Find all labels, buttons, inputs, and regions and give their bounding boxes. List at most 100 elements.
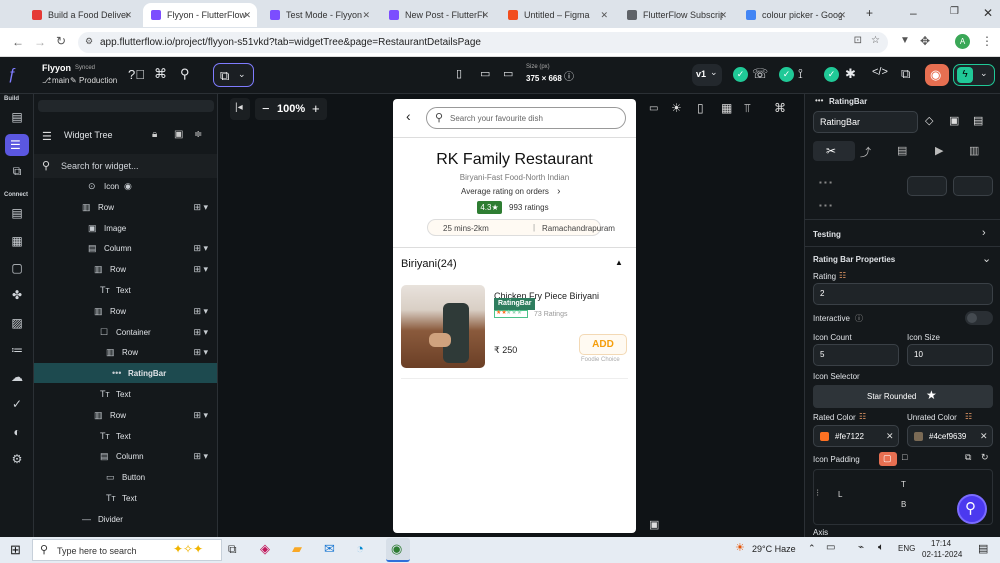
- tree-row-row[interactable]: ▥ Row ⊞ ▾: [34, 342, 217, 362]
- dish-search-input[interactable]: ⚲ Search your favourite dish: [426, 107, 626, 129]
- reload-icon[interactable]: ↻: [56, 34, 66, 48]
- notification-icon[interactable]: ▤: [978, 542, 988, 555]
- extension-icon[interactable]: ▼: [900, 35, 910, 46]
- visibility-eye-icon[interactable]: ◉: [124, 181, 132, 192]
- minimize-icon[interactable]: –: [910, 6, 917, 20]
- testing-section[interactable]: Testing: [813, 230, 841, 239]
- interactive-toggle[interactable]: [965, 311, 993, 325]
- code-copy-icon[interactable]: ▣: [174, 129, 183, 140]
- tree-search-input[interactable]: ⚲ Search for widget...: [34, 154, 217, 178]
- tree-row-text[interactable]: Tт Text: [34, 384, 217, 404]
- widget-name-input[interactable]: RatingBar: [813, 111, 918, 133]
- components-icon[interactable]: ⧉: [9, 164, 25, 180]
- restore-icon[interactable]: ❐: [950, 6, 959, 17]
- refresh-icon[interactable]: ↻: [981, 452, 989, 463]
- info-icon[interactable]: ⓘ: [564, 68, 574, 83]
- browser-menu-icon[interactable]: ⋮: [981, 34, 993, 48]
- url-input[interactable]: ⚙ app.flutterflow.io/project/flyyon-s51v…: [78, 32, 888, 53]
- project-name[interactable]: Flyyon: [42, 63, 71, 73]
- check-status-icon[interactable]: ✓: [779, 67, 794, 82]
- new-tab-icon[interactable]: +: [866, 6, 873, 20]
- padding-bottom-label[interactable]: B: [901, 500, 906, 509]
- copilot-icon[interactable]: ◈: [260, 541, 270, 557]
- browser-tab[interactable]: colour picker - Goog ✕: [738, 3, 852, 27]
- icon-size-input[interactable]: 10: [907, 344, 993, 366]
- add-to-cart-button[interactable]: ADD: [579, 334, 627, 355]
- unrated-color-swatch[interactable]: [914, 432, 923, 441]
- cloud-functions-icon[interactable]: ☁: [9, 370, 25, 386]
- close-window-icon[interactable]: ✕: [983, 6, 993, 20]
- padding-left-label[interactable]: L: [838, 490, 842, 499]
- command-icon[interactable]: ⌘: [154, 66, 167, 82]
- comments-icon[interactable]: ☏: [752, 66, 768, 82]
- add-child-icon[interactable]: ⊞ ▾: [193, 327, 208, 338]
- close-tab-icon[interactable]: ✕: [362, 10, 370, 21]
- rated-color-input[interactable]: #fe7122 ✕: [813, 425, 899, 447]
- volume-icon[interactable]: 🔈︎: [878, 542, 884, 553]
- check-status-icon[interactable]: ✓: [733, 67, 748, 82]
- rating-input[interactable]: 2: [813, 283, 993, 305]
- close-tab-icon[interactable]: ✕: [481, 10, 489, 21]
- mail-icon[interactable]: ✉: [324, 541, 335, 557]
- widget-menu-icon[interactable]: ▤: [973, 114, 983, 127]
- forward-icon[interactable]: →: [34, 35, 46, 49]
- windows-start-icon[interactable]: ⊞: [10, 542, 21, 558]
- close-tab-icon[interactable]: ✕: [600, 10, 608, 21]
- chevron-right-icon[interactable]: ›: [982, 227, 986, 239]
- browser-tab[interactable]: New Post - FlutterFl ✕: [381, 3, 495, 27]
- lock-icon[interactable]: 🔒︎: [152, 129, 157, 140]
- add-child-icon[interactable]: ⊞ ▾: [193, 264, 208, 275]
- info-icon[interactable]: ⓘ: [855, 313, 863, 324]
- padding-individual-icon[interactable]: □: [902, 452, 907, 462]
- puzzle-extensions-icon[interactable]: ✥: [920, 34, 930, 48]
- edge-icon[interactable]: ◔: [356, 541, 364, 556]
- task-view-icon[interactable]: ⧉: [228, 542, 237, 557]
- add-child-icon[interactable]: ⊞ ▾: [193, 347, 208, 358]
- widget-tree-nav-active[interactable]: ☰: [5, 134, 29, 156]
- chrome-taskbar-button[interactable]: ◉: [386, 538, 410, 562]
- zoom-level[interactable]: 100%: [277, 103, 305, 115]
- close-tab-icon[interactable]: ✕: [838, 10, 846, 21]
- rating-bar[interactable]: ★★ ★★★: [494, 310, 528, 318]
- integrations-icon[interactable]: ✤: [9, 288, 25, 304]
- tree-row-column[interactable]: ▤ Column ⊞ ▾: [34, 238, 217, 258]
- taskbar-search-box[interactable]: ⚲ Type here to search ✦✧✦: [32, 539, 222, 561]
- tree-row-icon[interactable]: ⊙ Icon ◉: [34, 176, 217, 196]
- bug-icon[interactable]: ✱: [845, 66, 856, 82]
- tab-backend-query-icon[interactable]: ▤: [897, 144, 907, 157]
- tree-row-button[interactable]: ▭ Button: [34, 467, 217, 487]
- storyboard-icon[interactable]: ▤: [9, 206, 25, 222]
- file-explorer-icon[interactable]: ▰: [292, 541, 302, 557]
- settings-icon[interactable]: ⚙: [9, 452, 25, 468]
- collapse-panel-button[interactable]: |◂: [230, 98, 250, 120]
- tree-row-row[interactable]: ▥ Row ⊞ ▾: [34, 405, 217, 425]
- size-value[interactable]: 375 × 668: [526, 74, 562, 83]
- device-frame-icon[interactable]: ▯: [697, 101, 704, 115]
- code-icon[interactable]: </>: [872, 66, 888, 78]
- zoom-out-button[interactable]: −: [262, 101, 270, 116]
- icon-selector-button[interactable]: Star Rounded ★: [813, 385, 993, 408]
- variable-binding-icon[interactable]: ☷: [839, 271, 846, 280]
- keyboard-preview-icon[interactable]: ▣: [649, 518, 659, 531]
- tree-row-text[interactable]: Tт Text: [34, 280, 217, 300]
- tree-tabs-strip[interactable]: [38, 100, 214, 112]
- check-status-icon[interactable]: ✓: [824, 67, 839, 82]
- profile-avatar[interactable]: A: [955, 34, 970, 49]
- open-external-icon[interactable]: ⧉: [901, 66, 910, 82]
- toggle-visibility-icon[interactable]: ▭: [649, 103, 658, 114]
- tab-animations-icon[interactable]: ▶: [935, 144, 943, 157]
- pages-icon[interactable]: ▤: [9, 110, 25, 126]
- browser-tab[interactable]: Build a Food Deliver ✕: [24, 3, 138, 27]
- add-child-icon[interactable]: ⊞ ▾: [193, 410, 208, 421]
- mobile-device-icon[interactable]: ▯: [456, 67, 462, 80]
- copy-icon[interactable]: ⧉: [965, 452, 971, 463]
- browser-tab[interactable]: Flyyon - FlutterFlow ✕: [143, 3, 257, 27]
- clear-icon[interactable]: ✕: [886, 431, 894, 442]
- tree-row-row[interactable]: ▥ Row ⊞ ▾: [34, 197, 217, 217]
- back-icon[interactable]: ←: [12, 35, 24, 49]
- tab-properties[interactable]: ✂: [813, 141, 855, 161]
- install-app-icon[interactable]: ⊡: [854, 35, 862, 46]
- add-child-icon[interactable]: ⊞ ▾: [193, 243, 208, 254]
- alignment-box-2[interactable]: [953, 176, 993, 196]
- back-arrow-icon[interactable]: ‹: [406, 108, 411, 124]
